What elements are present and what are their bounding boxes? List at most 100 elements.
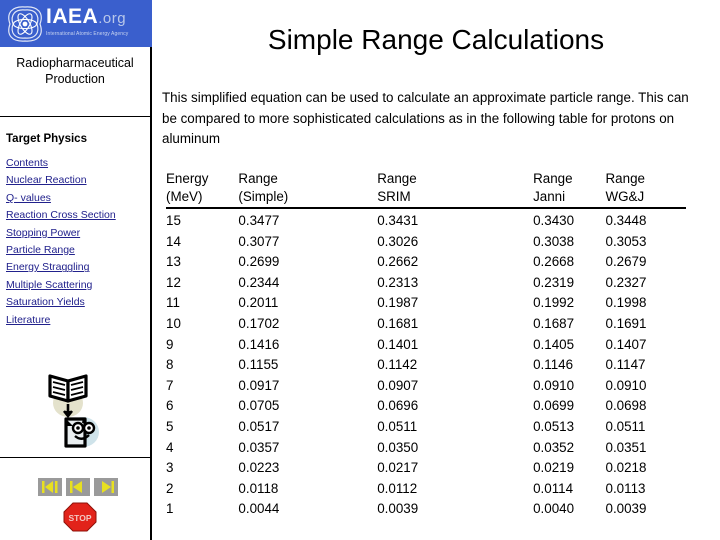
table-row: 7 0.0917 0.0907 0.0910 0.0910: [166, 376, 686, 397]
table-body: 15 0.3477 0.3431 0.3430 0.3448 14 0.3077 0.3026…: [166, 208, 686, 520]
cell-range-wgj: 0.1147: [605, 357, 646, 373]
sidebar-item-reaction-cross-section[interactable]: Reaction Cross Section: [6, 207, 152, 224]
cell-range-janni: 0.0219: [533, 460, 575, 476]
cell-energy: 6: [166, 398, 174, 414]
stop-button[interactable]: STOP: [63, 502, 97, 532]
cell-energy: 10: [166, 315, 181, 331]
sidebar-item-q-values[interactable]: Q- values: [6, 190, 152, 207]
cell-range-srim: 0.0696: [377, 398, 419, 414]
cell-range-simple: 0.3477: [238, 213, 280, 228]
next-slide-button[interactable]: [94, 478, 118, 496]
cell-range-simple: 0.0223: [238, 460, 280, 476]
table-row: 5 0.0517 0.0511 0.0513 0.0511: [166, 417, 686, 438]
cell-energy: 13: [166, 254, 181, 270]
table-row: 10 0.1702 0.1681 0.1687 0.1691: [166, 314, 686, 335]
first-slide-button[interactable]: [38, 478, 62, 496]
cell-range-janni: 0.1146: [533, 357, 574, 373]
table-row: 6 0.0705 0.0696 0.0699 0.0698: [166, 396, 686, 417]
intro-paragraph: This simplified equation can be used to …: [162, 90, 689, 146]
cell-range-simple: 0.2699: [238, 254, 280, 270]
cell-range-srim: 0.0511: [377, 418, 418, 434]
cell-range-janni: 0.3430: [533, 213, 575, 228]
cell-range-wgj: 0.0218: [605, 460, 647, 476]
sidebar-item-stopping-power[interactable]: Stopping Power: [6, 225, 152, 242]
cell-range-srim: 0.2313: [377, 274, 419, 290]
table-head: Energy Range Range Range Range (MeV) (Si…: [166, 170, 686, 209]
cell-range-srim: 0.0217: [377, 460, 419, 476]
sidebar-item-literature[interactable]: Literature: [6, 312, 152, 329]
cell-range-simple: 0.2344: [238, 274, 280, 290]
cell-range-wgj: 0.1407: [605, 336, 647, 352]
cell-range-wgj: 0.0351: [605, 439, 647, 455]
sidebar-item-particle-range[interactable]: Particle Range: [6, 242, 152, 259]
cell-range-janni: 0.0513: [533, 418, 575, 434]
cell-range-srim: 0.1142: [377, 357, 418, 373]
cell-energy: 5: [166, 418, 174, 434]
cell-range-srim: 0.1401: [377, 336, 419, 352]
cell-energy: 11: [166, 295, 180, 311]
cell-range-wgj: 0.3053: [605, 233, 647, 249]
main-content: Simple Range Calculations This simplifie…: [152, 0, 720, 540]
table-row: 3 0.0223 0.0217 0.0219 0.0218: [166, 458, 686, 479]
table-row: 14 0.3077 0.3026 0.3038 0.3053: [166, 232, 686, 253]
sidebar-item-energy-straggling[interactable]: Energy Straggling: [6, 259, 152, 276]
iaea-logo-banner[interactable]: IAEA.org International Atomic Energy Age…: [0, 0, 152, 47]
sidebar-nav-list: Contents Nuclear Reaction Q- values Reac…: [6, 155, 152, 329]
table-header-row-bottom: (MeV) (Simple) SRIM Janni WG&J: [166, 188, 686, 209]
cell-range-janni: 0.1687: [533, 315, 575, 331]
sidebar-heading: Radiopharmaceutical Production: [16, 56, 134, 86]
cell-energy: 14: [166, 233, 181, 249]
cell-energy: 8: [166, 357, 174, 373]
cell-range-wgj: 0.0113: [605, 480, 646, 496]
table-row: 15 0.3477 0.3431 0.3430 0.3448: [166, 208, 686, 232]
cell-energy: 1: [166, 501, 174, 517]
header-janni-top: Range: [533, 171, 573, 186]
cell-range-srim: 0.0907: [377, 377, 419, 393]
cell-range-simple: 0.0517: [238, 418, 280, 434]
cell-range-wgj: 0.0039: [605, 501, 647, 517]
cell-range-janni: 0.3038: [533, 233, 575, 249]
cell-range-wgj: 0.0698: [605, 398, 647, 414]
cell-range-janni: 0.2319: [533, 274, 575, 290]
sidebar-divider-top: [0, 116, 150, 117]
header-srim-top: Range: [377, 171, 417, 186]
cell-range-simple: 0.0705: [238, 398, 280, 414]
cell-range-wgj: 0.1998: [605, 295, 647, 311]
cell-energy: 15: [166, 213, 181, 228]
sidebar-item-contents[interactable]: Contents: [6, 155, 152, 172]
range-comparison-table: Energy Range Range Range Range (MeV) (Si…: [166, 170, 686, 520]
table-row: 9 0.1416 0.1401 0.1405 0.1407: [166, 335, 686, 356]
slide-navigation-buttons: [38, 478, 118, 496]
table-row: 1 0.0044 0.0039 0.0040 0.0039: [166, 499, 686, 520]
cell-range-janni: 0.1992: [533, 295, 575, 311]
page-title: Simple Range Calculations: [267, 24, 605, 55]
table-row: 4 0.0357 0.0350 0.0352 0.0351: [166, 438, 686, 459]
cell-range-simple: 0.2011: [238, 295, 279, 311]
table-row: 13 0.2699 0.2662 0.2668 0.2679: [166, 252, 686, 273]
logo-domain-text: .org: [98, 10, 127, 27]
cell-range-wgj: 0.2679: [605, 254, 647, 270]
stop-button-label: STOP: [69, 513, 92, 523]
logo-main-text: IAEA: [46, 5, 99, 28]
header-energy-unit: (MeV): [166, 188, 239, 209]
cell-range-simple: 0.0044: [238, 501, 280, 517]
logo-subtitle: International Atomic Energy Agency: [46, 31, 129, 37]
cell-range-simple: 0.1702: [238, 315, 280, 331]
previous-slide-button[interactable]: [66, 478, 90, 496]
header-simple-top: Range: [238, 171, 278, 186]
cell-range-wgj: 0.0910: [605, 377, 647, 393]
sidebar-item-saturation-yields[interactable]: Saturation Yields: [6, 294, 152, 311]
cell-range-janni: 0.0352: [533, 439, 575, 455]
cell-range-simple: 0.0118: [238, 480, 279, 496]
header-energy-top: Energy: [166, 171, 209, 186]
cell-range-srim: 0.3431: [377, 213, 419, 228]
table-row: 11 0.2011 0.1987 0.1992 0.1998: [166, 293, 686, 314]
sidebar-divider-bottom: [0, 457, 150, 458]
cell-range-srim: 0.0350: [377, 439, 419, 455]
cell-range-janni: 0.0114: [533, 480, 574, 496]
sidebar-item-nuclear-reaction[interactable]: Nuclear Reaction: [6, 172, 152, 189]
table-row: 12 0.2344 0.2313 0.2319 0.2327: [166, 273, 686, 294]
cell-range-simple: 0.0917: [238, 377, 280, 393]
sidebar-item-multiple-scattering[interactable]: Multiple Scattering: [6, 277, 152, 294]
cell-energy: 12: [166, 274, 181, 290]
